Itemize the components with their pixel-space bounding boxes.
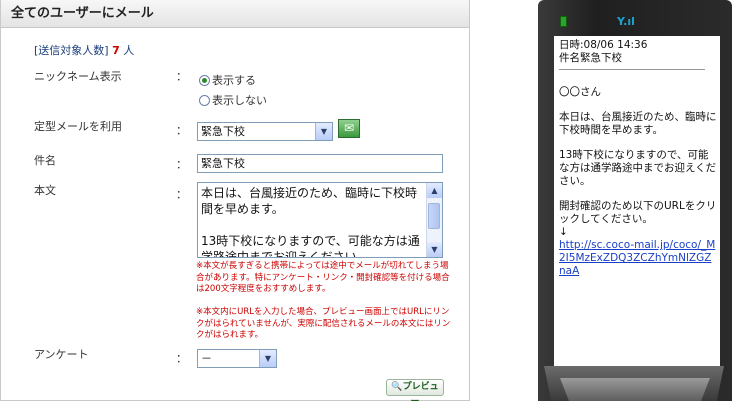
- preview-button[interactable]: 🔍プレビュー: [386, 379, 444, 407]
- phone-arrow: ↓: [559, 226, 568, 238]
- signal-icon: Y.ıl: [617, 15, 635, 28]
- survey-label: アンケート: [34, 348, 89, 361]
- recipient-count-label: [送信対象人数]: [34, 44, 109, 57]
- nickname-label: ニックネーム表示: [34, 70, 122, 83]
- phone-message: 日時:08/06 14:36 件名緊急下校 〇〇さん本日は、台風接近のため、臨時に下…: [559, 39, 717, 278]
- phone-bottom-panel: [560, 378, 710, 401]
- phone-greeting: 〇〇さん: [559, 86, 601, 98]
- chevron-down-icon[interactable]: ▼: [315, 123, 332, 140]
- phone-screen: 日時:08/06 14:36 件名緊急下校 〇〇さん本日は、台風接近のため、臨時に下…: [554, 36, 720, 366]
- apply-template-button[interactable]: ✉: [338, 119, 360, 138]
- url-link-note: ※本文内にURLを入力した場合、プレビュー画面上ではURLにリンクがはられていま…: [196, 307, 451, 340]
- scroll-up-icon[interactable]: ▲: [427, 183, 442, 198]
- chevron-down-icon[interactable]: ▼: [259, 350, 276, 367]
- template-colon: ：: [176, 124, 187, 137]
- recipient-count: [送信対象人数] 7 人: [34, 42, 134, 58]
- radio-hide-label: 表示しない: [212, 94, 267, 107]
- template-select[interactable]: 緊急下校 ▼: [197, 122, 333, 141]
- radio-hide[interactable]: 表示しない: [199, 92, 267, 108]
- radio-show[interactable]: 表示する: [199, 72, 256, 88]
- recipient-count-unit: 人: [123, 44, 135, 57]
- phone-date-line: 日時:08/06 14:36: [559, 39, 648, 51]
- template-select-value: 緊急下校: [201, 125, 245, 138]
- recipient-count-value: 7: [112, 44, 120, 57]
- nickname-colon: ：: [176, 70, 187, 83]
- subject-label: 件名: [34, 154, 56, 167]
- phone-body-1: 本日は、台風接近のため、臨時に下校時間を早めます。: [559, 111, 717, 136]
- survey-select[interactable]: － ▼: [197, 349, 277, 368]
- length-warning-note: ※本文が長すぎると携帯によっては途中でメールが切れてしまう場合があります。特にア…: [196, 261, 450, 294]
- magnifier-icon: 🔍: [391, 382, 403, 392]
- body-label: 本文: [34, 184, 56, 197]
- survey-select-value: －: [201, 352, 212, 365]
- scroll-down-icon[interactable]: ▼: [427, 242, 442, 257]
- phone-body-2: 13時下校になりますので、可能な方は通学路途中までお迎えください。: [559, 149, 717, 187]
- scroll-thumb[interactable]: [428, 203, 440, 229]
- radio-hide-button[interactable]: [199, 94, 210, 106]
- subject-colon: ：: [176, 158, 187, 171]
- preview-button-label: プレビュー: [402, 382, 439, 407]
- radio-show-button[interactable]: [199, 74, 210, 86]
- body-scrollbar[interactable]: ▲ ▼: [426, 183, 442, 257]
- phone-divider: [559, 69, 705, 70]
- battery-icon: [560, 16, 567, 27]
- envelope-icon: ✉: [343, 121, 355, 135]
- survey-colon: ：: [176, 352, 187, 365]
- radio-show-label: 表示する: [212, 74, 256, 87]
- subject-input[interactable]: 緊急下校: [197, 154, 443, 173]
- body-textarea[interactable]: 本日は、台風接近のため、臨時に下校時間を早めます。 13時下校になりますので、可…: [197, 182, 443, 258]
- template-label: 定型メールを利用: [34, 120, 122, 133]
- phone-body-3: 開封確認のため以下のURLをクリックしてください。: [559, 200, 717, 225]
- body-colon: ：: [176, 188, 187, 201]
- phone-subject-line: 件名緊急下校: [559, 52, 622, 64]
- body-text: 本日は、台風接近のため、臨時に下校時間を早めます。 13時下校になりますので、可…: [201, 186, 420, 258]
- phone-confirm-link[interactable]: http://sc.coco-mail.jp/coco/_M2I5MzExZDQ…: [559, 239, 717, 278]
- page-title: 全てのユーザーにメール: [1, 0, 469, 28]
